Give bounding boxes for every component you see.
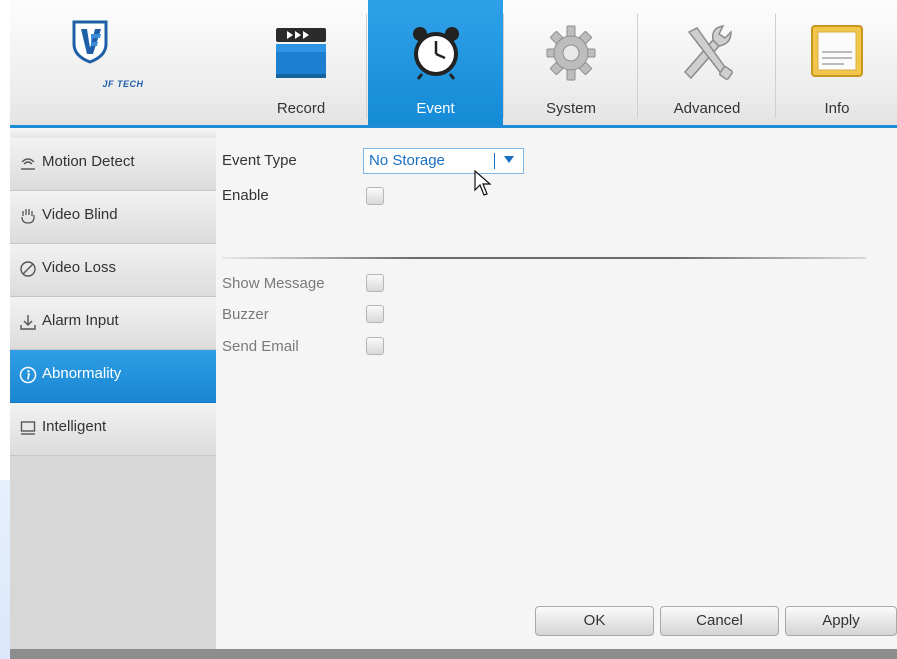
tab-system[interactable]: System [505,0,637,125]
send-email-checkbox[interactable] [366,337,384,355]
send-email-label: Send Email [222,338,299,355]
event-type-label: Event Type [222,152,297,169]
tab-info[interactable]: Info [777,0,897,125]
select-divider [494,153,495,169]
tab-separator [637,14,638,118]
tab-system-label: System [545,100,596,117]
tab-record[interactable]: Record [236,0,366,125]
tab-event-label: Event [416,100,455,117]
event-type-value: No Storage [369,152,445,169]
mouse-cursor-icon [474,170,492,196]
sidebar: Motion Detect Video Blind Video Loss Ala… [10,128,216,649]
ok-button[interactable]: OK [535,606,654,636]
sidebar-item-label: Abnormality [42,365,122,382]
sidebar-item-label: Video Blind [42,206,118,223]
sidebar-item-video-loss[interactable]: Video Loss [10,244,216,297]
sidebar-item-label: Alarm Input [42,312,119,329]
tab-advanced[interactable]: Advanced [639,0,775,125]
tab-advanced-label: Advanced [673,100,741,117]
sidebar-item-video-blind[interactable]: Video Blind [10,191,216,244]
chevron-down-icon [504,156,514,163]
left-edge-strip [0,0,10,659]
cancel-button[interactable]: Cancel [660,606,779,636]
alarm-clock-icon [412,27,459,80]
buzzer-label: Buzzer [222,306,269,323]
enable-label: Enable [222,187,269,204]
download-arrow-icon [20,315,36,330]
apply-button[interactable]: Apply [785,606,897,636]
hand-icon [21,209,35,224]
sidebar-item-label: Video Loss [42,259,116,276]
tab-separator [775,14,776,118]
prohibited-icon [20,261,36,277]
motion-detect-icon [21,158,35,170]
tab-event[interactable]: Event [368,0,503,125]
sidebar-item-label: Motion Detect [42,153,135,170]
sidebar-top-strip [10,128,216,138]
tools-icon [683,25,733,80]
brand-logo: JF TECH [10,0,236,125]
show-message-label: Show Message [222,275,325,292]
info-panel-icon [811,25,863,77]
clapperboard-icon [276,28,326,78]
show-message-checkbox[interactable] [366,274,384,292]
sidebar-item-label: Intelligent [42,418,107,435]
sidebar-item-motion-detect[interactable]: Motion Detect [10,138,216,191]
buzzer-checkbox[interactable] [366,305,384,323]
info-circle-icon [19,366,37,384]
sidebar-item-abnormality[interactable]: Abnormality [10,350,216,403]
main-panel [216,128,897,649]
bottom-status-bar [10,649,897,659]
sidebar-item-intelligent[interactable]: Intelligent [10,403,216,456]
tab-record-label: Record [276,100,326,117]
jf-tech-logo-icon [72,20,108,64]
monitor-icon [20,421,36,435]
tab-separator [366,14,367,118]
sidebar-item-alarm-input[interactable]: Alarm Input [10,297,216,350]
brand-logo-text: JF TECH [102,79,144,89]
app-window: JF TECH Record Event System Advanced Inf… [0,0,897,659]
event-type-select[interactable]: No Storage [363,148,524,174]
enable-checkbox[interactable] [366,187,384,205]
section-divider [222,257,866,259]
tab-separator [503,14,504,118]
tab-info-label: Info [824,100,850,117]
gear-icon [546,25,596,81]
